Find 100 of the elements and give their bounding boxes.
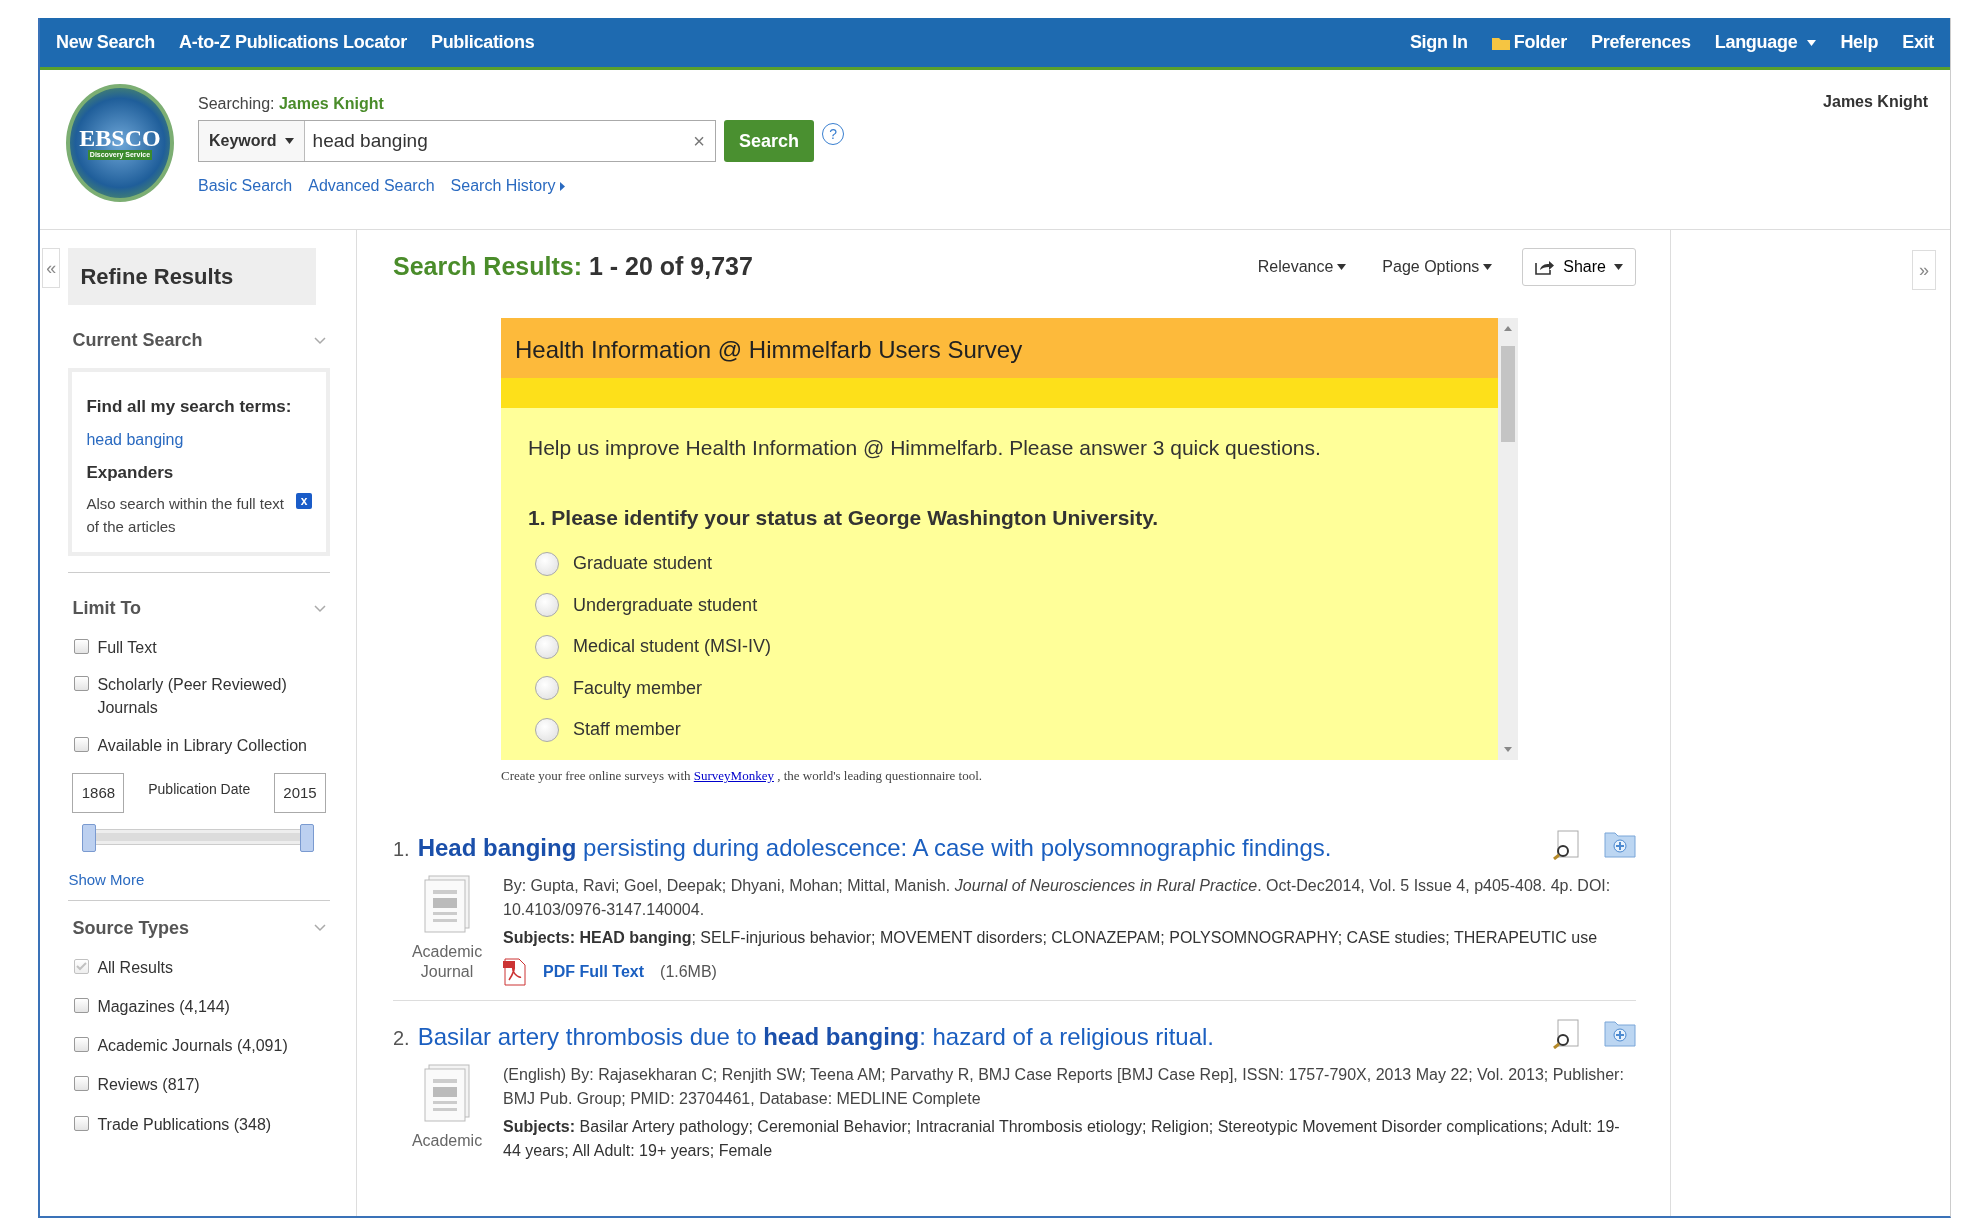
nav-link[interactable]: Help bbox=[1840, 29, 1879, 56]
expander-text: Also search within the full text of the articles bbox=[86, 494, 285, 537]
result-title-link[interactable]: Basilar artery thrombosis due to head banging: hazard of a religious ritual. bbox=[417, 1018, 1544, 1055]
result-number: 2. bbox=[393, 1025, 410, 1051]
scroll-up-icon bbox=[1504, 326, 1512, 331]
checkbox-label[interactable]: Magazines (4,144) bbox=[97, 994, 230, 1019]
checkbox[interactable] bbox=[74, 1115, 90, 1131]
survey-footer-text: Create your free online surveys with SurveyMonkey , the world's leading questionnaire tool. bbox=[501, 767, 984, 785]
radio-label[interactable]: Graduate student bbox=[573, 550, 713, 578]
pdf-full-text-link[interactable]: PDF Full Text bbox=[543, 959, 645, 984]
caret-icon bbox=[284, 138, 294, 144]
caret-icon bbox=[1483, 264, 1493, 270]
radio-button[interactable] bbox=[535, 551, 559, 576]
clear-button[interactable]: × bbox=[683, 121, 715, 161]
checkbox[interactable] bbox=[74, 736, 90, 752]
add-to-folder-icon[interactable] bbox=[1604, 1018, 1636, 1047]
caret-icon bbox=[1807, 39, 1817, 46]
collapse-button[interactable]: « bbox=[42, 248, 61, 288]
searching-label: Searching: James Knight bbox=[198, 94, 385, 114]
document-icon bbox=[423, 873, 471, 934]
result-subjects: Subjects: Basilar Artery pathology; Ceremonial Behavior; Intracranial Thrombosis etiology; Religion; Stereotypic Movement Disorder complications; Adult: 19-44 years; All Adult: 19+ years; Female bbox=[503, 1116, 1621, 1161]
result-details: (English) By: Rajasekharan C; Renjith SW; Teena AM; Parvathy R, BMJ Case Reports [BMJ Case Rep], ISSN: 1757-790X, 2013 May 22; Vol. 2013; Publisher: BMJ Pub. Group; PMID: 23704461, Database: MEDLINE Complete bbox=[503, 1064, 1625, 1109]
checkbox[interactable] bbox=[74, 1037, 90, 1053]
search-field[interactable]: Keyword head banging × bbox=[198, 120, 716, 162]
document-icon bbox=[423, 1062, 471, 1123]
search-type-dropdown[interactable]: Keyword bbox=[199, 121, 305, 161]
checkbox-label[interactable]: Trade Publications (348) bbox=[97, 1112, 272, 1136]
checkbox[interactable] bbox=[74, 997, 90, 1013]
nav-link[interactable]: A-to-Z Publications Locator bbox=[179, 29, 407, 56]
radio-label[interactable]: Undergraduate student bbox=[573, 591, 758, 619]
label: Find all my search terms: bbox=[86, 396, 293, 418]
checkbox[interactable] bbox=[74, 1076, 90, 1092]
radio-button[interactable] bbox=[535, 676, 559, 701]
nav-link[interactable]: Exit bbox=[1902, 29, 1934, 56]
surveymonkey-link[interactable]: SurveyMonkey bbox=[693, 768, 774, 783]
nav-link[interactable]: Publications bbox=[430, 29, 535, 56]
triangle-right-icon bbox=[559, 181, 565, 191]
section-title: Current Search bbox=[72, 329, 203, 352]
nav-link[interactable]: Language bbox=[1714, 29, 1817, 56]
add-to-folder-icon[interactable] bbox=[1604, 829, 1636, 858]
scroll-down-icon bbox=[1504, 747, 1512, 752]
expand-button[interactable]: » bbox=[1912, 250, 1936, 290]
show-more-link[interactable]: Show More bbox=[68, 868, 145, 892]
radio-label[interactable]: Staff member bbox=[573, 716, 681, 744]
caret-icon bbox=[1614, 264, 1623, 270]
pdf-icon bbox=[503, 957, 527, 986]
nav-link[interactable]: Preferences bbox=[1591, 29, 1691, 56]
radio-button[interactable] bbox=[535, 634, 559, 659]
logo-text: EBSCO bbox=[79, 125, 161, 150]
remove-button[interactable]: x bbox=[296, 493, 312, 509]
publication-type: Academic Journal bbox=[410, 941, 484, 982]
folder-icon bbox=[1491, 35, 1510, 50]
result-subjects: Subjects: HEAD banging; SELF-injurious behavior; MOVEMENT disorders; CLONAZEPAM; POLYSOMNOGRAPHY; CASE studies; THERAPEUTIC use bbox=[503, 927, 1599, 948]
checkbox-label[interactable]: Full Text bbox=[97, 636, 157, 660]
result-number: 1. bbox=[393, 836, 410, 862]
radio-label[interactable]: Medical student (MSI-IV) bbox=[573, 633, 772, 661]
survey-question: 1. Please identify your status at George Washington University. bbox=[527, 504, 1160, 531]
section-title: Source Types bbox=[72, 916, 190, 940]
checkbox-label[interactable]: Reviews (817) bbox=[97, 1073, 200, 1097]
search-link[interactable]: Basic Search bbox=[198, 174, 293, 198]
preview-magnifier-icon bbox=[1552, 829, 1582, 860]
search-link[interactable]: Search History bbox=[450, 174, 565, 198]
dropdown-button[interactable]: Relevance bbox=[1251, 254, 1353, 280]
dropdown-button[interactable]: Page Options bbox=[1376, 254, 1499, 280]
scrollbar[interactable] bbox=[1498, 318, 1518, 760]
year-field[interactable]: 1868 bbox=[72, 772, 125, 813]
search-term-link[interactable]: head banging bbox=[86, 427, 312, 452]
publication-type: Academic bbox=[410, 1130, 484, 1151]
file-size: (1.6MB) bbox=[660, 961, 717, 982]
survey-title: Health Information @ Himmelfarb Users Survey bbox=[501, 318, 1498, 378]
year-field[interactable]: 2015 bbox=[274, 772, 326, 813]
slider-handle[interactable] bbox=[300, 823, 314, 852]
section-header[interactable]: Current Search bbox=[68, 321, 330, 360]
slider-handle[interactable] bbox=[82, 823, 97, 852]
checkbox-label[interactable]: Available in Library Collection bbox=[97, 733, 307, 757]
result-title-link[interactable]: Head banging persisting during adolescence: A case with polysomnographic findings. bbox=[417, 829, 1544, 866]
share-button[interactable]: Share bbox=[1522, 248, 1636, 286]
section-header[interactable]: Source Types bbox=[68, 908, 330, 948]
radio-button[interactable] bbox=[535, 717, 559, 742]
checkbox-label[interactable]: Scholarly (Peer Reviewed) Journals bbox=[97, 673, 308, 720]
section-header[interactable]: Limit To bbox=[68, 589, 330, 628]
share-icon bbox=[1535, 259, 1556, 275]
checkbox-label[interactable]: Academic Journals (4,091) bbox=[97, 1034, 288, 1058]
radio-label[interactable]: Faculty member bbox=[573, 674, 703, 702]
radio-button[interactable] bbox=[535, 593, 559, 618]
search-link[interactable]: Advanced Search bbox=[308, 174, 435, 198]
scrollbar-thumb[interactable] bbox=[1501, 346, 1515, 442]
label: Expanders bbox=[86, 461, 175, 484]
nav-link[interactable]: Folder bbox=[1491, 29, 1567, 56]
checkbox[interactable] bbox=[74, 676, 90, 692]
search-button[interactable]: Search bbox=[724, 120, 815, 162]
nav-link[interactable]: New Search bbox=[56, 29, 156, 56]
preview-magnifier-icon bbox=[1552, 1018, 1582, 1049]
chevron-down-icon bbox=[314, 604, 326, 613]
checkbox[interactable] bbox=[74, 639, 90, 654]
user-name: James Knight bbox=[1823, 92, 1928, 112]
caret-icon bbox=[1337, 264, 1347, 270]
date-label: Publication Date bbox=[148, 779, 251, 799]
chevron-down-icon bbox=[314, 336, 326, 345]
nav-link[interactable]: Sign In bbox=[1409, 29, 1468, 56]
